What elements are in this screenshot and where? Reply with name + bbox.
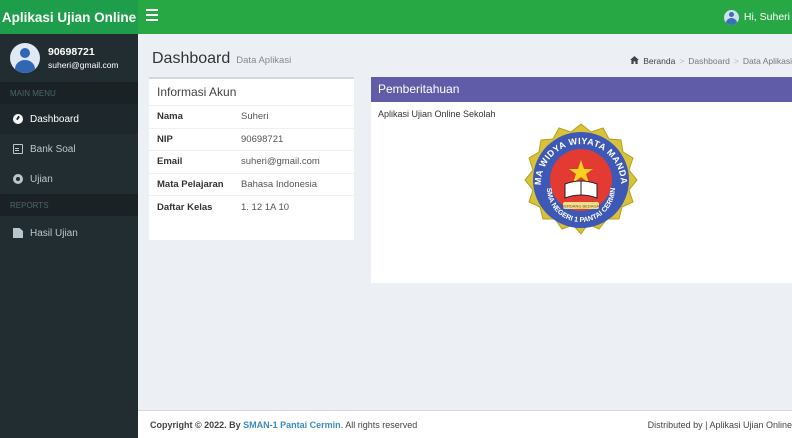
table-row: Nama Suheri [149,106,354,129]
account-info-box: Informasi Akun Nama Suheri NIP 90698721 … [149,77,354,240]
sidebar-user-id: 90698721 [48,46,95,58]
info-value: Suheri [241,111,269,123]
breadcrumb: Beranda > Dashboard > Data Aplikasi [630,56,792,66]
footer-brand-link[interactable]: SMAN-1 Pantai Cermin [243,420,341,430]
info-key: Email [157,156,183,168]
footer-copyright: Copyright © 2022. By SMAN-1 Pantai Cermi… [150,420,417,430]
school-seal-logo: ATMA WIDYA WIYATA MANDALA SMA NEGERI 1 P… [519,122,638,235]
sidebar-item-hasil-ujian[interactable]: Hasil Ujian [0,218,138,248]
footer-copyright-suffix: . All rights reserved [340,420,418,430]
info-value: Bahasa Indonesia [241,178,318,190]
info-value: suheri@gmail.com [241,156,320,168]
app-title: Aplikasi Ujian Online [1,9,137,25]
page-title-text: Dashboard [152,50,231,67]
info-key: NIP [157,133,173,145]
user-greeting: Hi, Suheri [743,11,790,23]
sidebar-item-ujian[interactable]: Ujian [0,164,138,194]
table-row: NIP 90698721 [149,129,354,151]
user-avatar-icon [723,9,739,25]
app-logo[interactable]: Aplikasi Ujian Online [0,0,138,34]
footer-distributed: Distributed by | Aplikasi Ujian Online [647,420,792,430]
sidebar-item-label: Ujian [30,173,53,185]
sidebar-item-label: Bank Soal [30,143,76,155]
avatar [10,43,40,73]
dashboard-icon [13,114,23,124]
menu-header-reports: REPORTS [0,194,138,216]
account-info-title: Informasi Akun [149,79,354,106]
page-subtitle: Data Aplikasi [236,55,292,66]
seal-ribbon-text: SERDANG BEDAGAI [562,204,601,209]
home-icon [630,56,640,64]
user-menu[interactable]: Hi, Suheri [723,0,792,34]
menu-toggle-icon[interactable] [146,9,158,23]
table-row: Email suheri@gmail.com [149,151,354,174]
footer: Copyright © 2022. By SMAN-1 Pantai Cermi… [138,410,792,438]
sidebar-user-email: suheri@gmail.com [48,60,119,70]
gear-icon [13,174,23,184]
breadcrumb-current: Data Aplikasi [742,56,792,66]
footer-copyright-prefix: Copyright © 2022. By [150,420,244,430]
user-panel: 90698721 suheri@gmail.com [0,34,138,82]
breadcrumb-home[interactable]: Beranda [643,56,675,66]
notice-text: Aplikasi Ujian Online Sekolah [378,109,496,119]
info-key: Daftar Kelas [157,201,213,213]
file-text-icon [13,144,23,154]
info-value: 90698721 [241,133,284,145]
info-value: 1. 12 1A 10 [241,201,290,213]
notice-box: Pemberitahuan Aplikasi Ujian Online Seko… [371,77,792,283]
top-navbar: Hi, Suheri [138,0,792,34]
sidebar-item-dashboard[interactable]: Dashboard [0,104,138,134]
sidebar-item-label: Hasil Ujian [30,227,78,239]
document-icon [13,228,23,238]
sidebar-item-label: Dashboard [30,113,79,125]
table-row: Daftar Kelas 1. 12 1A 10 [149,196,354,219]
notice-title: Pemberitahuan [371,77,792,102]
info-key: Mata Pelajaran [157,178,224,190]
breadcrumb-dashboard[interactable]: Dashboard [688,56,730,66]
sidebar-item-bank-soal[interactable]: Bank Soal [0,134,138,164]
info-key: Nama [157,111,183,123]
menu-header-main: MAIN MENU [0,82,138,104]
table-row: Mata Pelajaran Bahasa Indonesia [149,174,354,196]
page-title: Dashboard Data Aplikasi [152,50,291,68]
sidebar: 90698721 suheri@gmail.com MAIN MENU Dash… [0,34,138,438]
